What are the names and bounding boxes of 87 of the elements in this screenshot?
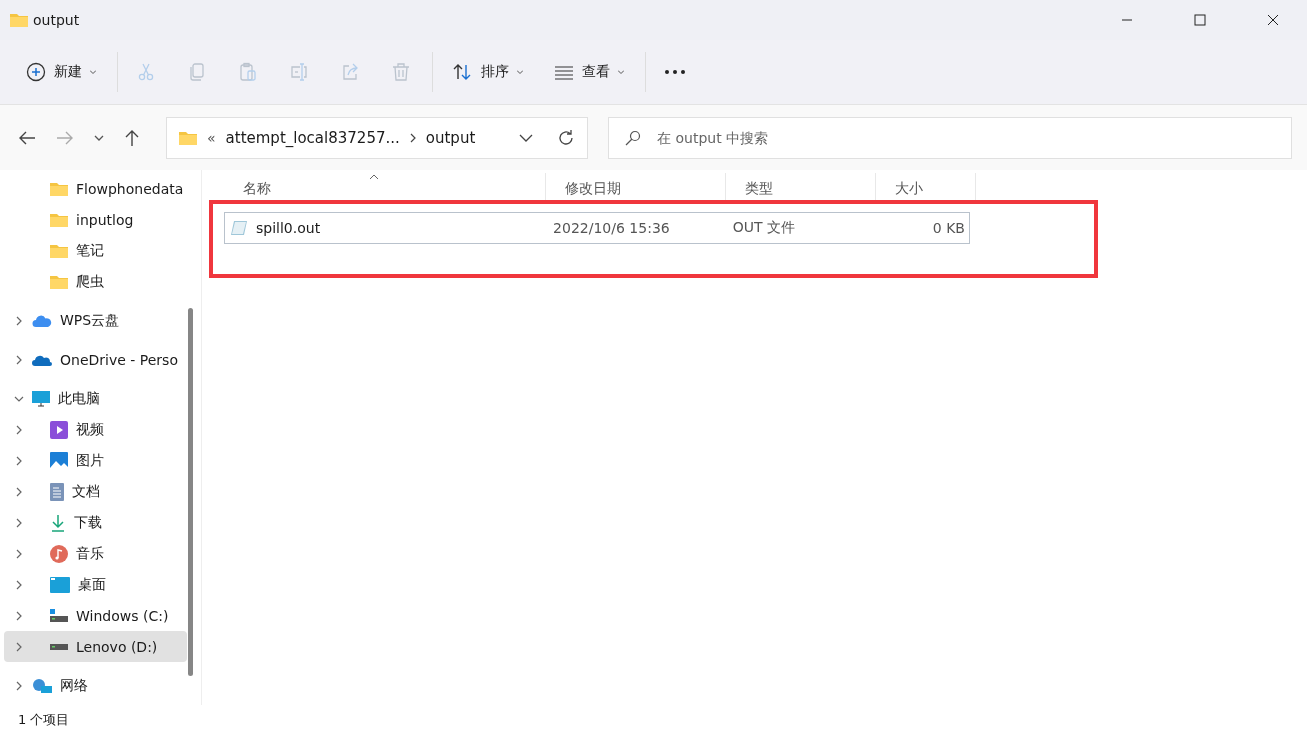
chevron-right-icon[interactable] — [14, 455, 24, 466]
desktop-icon — [50, 576, 70, 593]
nav-item[interactable]: WPS云盘 — [4, 305, 187, 336]
table-cell-text: OUT 文件 — [731, 219, 796, 237]
list-icon — [554, 64, 574, 80]
view-button[interactable]: 查看 — [544, 52, 634, 92]
nav-item[interactable]: OneDrive - Perso — [4, 344, 187, 375]
nav-item[interactable]: 笔记 — [4, 235, 187, 266]
chevron-right-icon[interactable] — [14, 548, 24, 559]
chevron-right-icon[interactable] — [14, 354, 24, 365]
table-cell-text: 0 KB — [931, 220, 966, 236]
breadcrumb[interactable]: output — [425, 128, 476, 147]
column-header[interactable]: 大小 — [876, 173, 976, 203]
column-header[interactable]: 名称 — [224, 173, 546, 203]
video-icon — [50, 420, 68, 439]
address-bar[interactable]: « attempt_local837257... output — [166, 116, 588, 159]
folder-icon — [50, 274, 68, 289]
music-icon — [50, 544, 68, 563]
nav-item[interactable]: Lenovo (D:) — [4, 631, 187, 662]
nav-item[interactable]: 此电脑 — [4, 383, 187, 414]
file-name: spill0.out — [256, 220, 321, 236]
search-field[interactable]: 在 output 中搜索 — [608, 116, 1292, 159]
chevron-right-icon[interactable] — [14, 680, 24, 691]
clipboard-icon — [238, 62, 258, 82]
monitor-icon — [32, 390, 50, 407]
nav-item[interactable]: Flowphonedata — [4, 173, 187, 204]
download-icon — [50, 513, 66, 532]
back-icon[interactable] — [18, 129, 36, 146]
nav-item[interactable]: 文档 — [4, 476, 187, 507]
drive-icon — [50, 608, 68, 623]
new-button[interactable]: 新建 — [16, 52, 106, 92]
refresh-icon[interactable] — [557, 128, 575, 147]
chevron-right-icon[interactable] — [14, 579, 24, 590]
column-header[interactable]: 修改日期 — [546, 173, 726, 203]
nav-item[interactable]: 下载 — [4, 507, 187, 538]
folder-icon — [179, 130, 197, 145]
chevron-down-icon[interactable] — [519, 133, 533, 142]
folder-icon — [10, 13, 28, 27]
nav-item[interactable]: inputlog — [4, 204, 187, 235]
nav-item[interactable]: 网络 — [4, 670, 187, 701]
window-title: output — [33, 12, 80, 28]
search-icon — [625, 129, 641, 146]
chevron-right-icon[interactable] — [14, 610, 24, 621]
nav-item[interactable]: 桌面 — [4, 569, 187, 600]
caret-icon — [90, 70, 96, 74]
rename-icon — [289, 62, 309, 82]
nav-item[interactable]: Windows (C:) — [4, 600, 187, 631]
chevron-right-icon[interactable] — [14, 641, 24, 652]
nav-item[interactable]: 音乐 — [4, 538, 187, 569]
sort-icon — [451, 62, 473, 82]
image-icon — [50, 451, 68, 470]
caret-icon — [618, 70, 624, 74]
chevron-down-icon[interactable] — [94, 134, 104, 141]
close-icon[interactable] — [1267, 14, 1279, 26]
chevron-right-icon[interactable] — [14, 517, 24, 528]
file-row[interactable]: spill0.out 2022/10/6 15:36 OUT 文件 0 KB — [224, 212, 970, 244]
network-icon — [32, 677, 52, 694]
scrollbar[interactable] — [188, 308, 193, 676]
table-cell-text: 2022/10/6 15:36 — [552, 220, 671, 236]
nav-item[interactable]: 视频 — [4, 414, 187, 445]
copy-icon — [187, 62, 207, 82]
drive-icon — [50, 643, 68, 650]
chevron-right-icon[interactable] — [14, 486, 24, 497]
item-count: 1 个项目 — [18, 710, 70, 729]
document-icon — [50, 482, 64, 501]
nav-item[interactable]: 图片 — [4, 445, 187, 476]
more-icon — [664, 69, 686, 75]
overflow-marker[interactable]: « — [207, 129, 216, 146]
trash-icon — [391, 62, 411, 82]
chevron-right-icon[interactable] — [14, 315, 24, 326]
chevron-right-icon[interactable] — [14, 424, 24, 435]
folder-icon — [50, 181, 68, 196]
scissors-icon — [136, 62, 156, 82]
share-icon — [340, 62, 360, 82]
plus-circle-icon — [26, 62, 46, 82]
folder-icon — [50, 243, 68, 258]
folder-icon — [50, 212, 68, 227]
sort-button[interactable]: 排序 — [441, 52, 533, 92]
breadcrumb[interactable]: attempt_local837257... — [225, 128, 400, 147]
file-icon — [230, 220, 248, 236]
column-header[interactable]: 类型 — [726, 173, 876, 203]
caret-icon — [517, 70, 523, 74]
up-icon[interactable] — [124, 128, 140, 147]
cloud-icon — [32, 313, 52, 328]
nav-item[interactable]: 爬虫 — [4, 266, 187, 297]
chevron-right-icon[interactable] — [409, 132, 416, 143]
maximize-icon[interactable] — [1194, 14, 1206, 26]
